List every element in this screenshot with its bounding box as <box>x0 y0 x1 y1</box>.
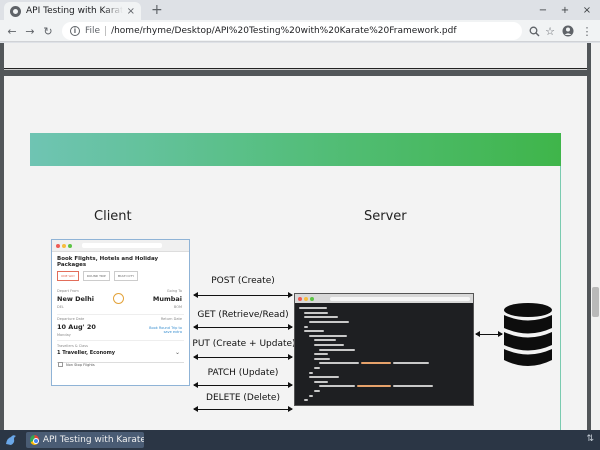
os-taskbar: API Testing with Karate ... ⇅ <box>0 430 600 450</box>
arrow-post <box>193 292 293 298</box>
from-label: Depart From <box>57 289 79 293</box>
window-dot-green <box>68 243 72 248</box>
return-label: Return Date <box>160 317 182 321</box>
client-title: Book Flights, Hotels and Holiday Package… <box>57 256 159 268</box>
chevron-down-icon: ⌄ <box>174 349 180 356</box>
return-link: Book Round Trip to save extra <box>149 326 182 334</box>
client-heading: Client <box>94 209 132 224</box>
tab-close-icon[interactable]: × <box>127 6 135 17</box>
server-window-chrome <box>295 294 473 303</box>
window-dot-yellow <box>304 296 308 301</box>
slide-banner <box>30 133 561 166</box>
previous-page <box>4 43 587 70</box>
address-bar[interactable]: i File /home/rhyme/Desktop/API%20Testing… <box>62 22 522 40</box>
arrow-patch <box>193 382 293 388</box>
arrow-put <box>193 354 293 360</box>
method-label-get: GET (Retrieve/Read) <box>197 310 289 320</box>
zoom-icon[interactable] <box>526 23 542 39</box>
from-code: DEL <box>57 305 64 309</box>
pdf-scroll-thumb[interactable] <box>592 287 599 317</box>
client-mock-window: Book Flights, Hotels and Holiday Package… <box>51 239 190 386</box>
globe-icon <box>10 5 21 17</box>
server-heading: Server <box>364 209 407 224</box>
maximize-button[interactable]: + <box>556 2 574 18</box>
method-label-post: POST (Create) <box>211 276 275 286</box>
date-row: Departure Date 10 Aug' 20 Monday Return … <box>57 315 184 341</box>
browser-toolbar: ← → ↻ i File /home/rhyme/Desktop/API%20T… <box>0 20 600 42</box>
code-listing <box>295 303 473 405</box>
tab-title: API Testing with Karate Fra <box>26 6 123 16</box>
info-icon[interactable]: i <box>70 26 80 36</box>
tab-multi-city: MULTI CITY <box>113 271 139 281</box>
new-tab-button[interactable]: + <box>151 2 163 18</box>
window-dot-green <box>310 296 314 301</box>
arrow-get <box>193 324 293 330</box>
non-stop-label: Non Stop Flights <box>66 363 95 367</box>
to-code: BOM <box>173 305 182 309</box>
swap-icon <box>113 293 124 304</box>
taskbar-chrome-window[interactable]: API Testing with Karate ... <box>26 432 144 448</box>
method-label-delete: DELETE (Delete) <box>206 393 280 403</box>
travellers-value: 1 Traveller, Economy <box>57 350 116 356</box>
to-city: Mumbai <box>152 295 182 303</box>
server-code-window <box>294 293 474 406</box>
non-stop-checkbox <box>58 362 63 367</box>
start-menu-icon[interactable] <box>4 433 18 447</box>
pdf-page: Client Server Book Flights, Hotels and H… <box>4 76 587 430</box>
server-url-bar <box>330 296 470 301</box>
travellers-label: Travellers & Class <box>57 344 88 348</box>
minimize-button[interactable]: − <box>534 2 552 18</box>
depart-date: 10 Aug' 20 <box>57 323 96 331</box>
window-dot-red <box>56 243 60 248</box>
window-dot-yellow <box>62 243 66 248</box>
address-separator <box>105 26 107 36</box>
code-line <box>299 398 469 403</box>
bookmark-star-icon[interactable]: ☆ <box>542 23 558 39</box>
close-window-button[interactable]: × <box>578 2 596 18</box>
to-label: Going To <box>166 289 182 293</box>
from-city: New Delhi <box>57 295 95 303</box>
tab-round-trip: ROUND TRIP <box>82 271 110 281</box>
back-button[interactable]: ← <box>4 23 20 39</box>
slide-border <box>560 166 561 430</box>
arrow-server-database <box>475 331 503 337</box>
route-row: Depart From New Delhi DEL Going To Mumba… <box>57 287 184 315</box>
taskbar-window-title: API Testing with Karate ... <box>42 435 144 445</box>
tab-one-way: ONE WAY <box>57 271 79 281</box>
arrow-delete <box>193 406 293 412</box>
reload-button[interactable]: ↻ <box>40 23 56 39</box>
depart-day: Monday <box>57 333 71 337</box>
chrome-icon <box>30 435 39 445</box>
more-menu-icon[interactable]: ⋮ <box>579 23 595 39</box>
screen: API Testing with Karate Fra × + − + × ← … <box>0 0 600 450</box>
client-window-chrome <box>52 240 189 252</box>
database-icon <box>504 303 552 366</box>
window-dot-red <box>298 296 302 301</box>
browser-tab[interactable]: API Testing with Karate Fra × <box>4 2 141 20</box>
travellers-row: Travellers & Class 1 Traveller, Economy … <box>57 341 184 363</box>
pdf-scrollbar[interactable] <box>591 43 600 430</box>
window-controls: − + × <box>534 2 596 18</box>
method-label-put: PUT (Create + Update) <box>192 339 296 349</box>
page-rule <box>4 68 587 69</box>
method-label-patch: PATCH (Update) <box>207 368 279 378</box>
client-url-bar <box>82 243 162 248</box>
profile-avatar-icon[interactable] <box>560 23 576 39</box>
network-tray-icon[interactable]: ⇅ <box>586 434 594 444</box>
pdf-viewer[interactable]: Client Server Book Flights, Hotels and H… <box>0 43 600 430</box>
address-url[interactable]: /home/rhyme/Desktop/API%20Testing%20with… <box>111 26 456 36</box>
forward-button[interactable]: → <box>22 23 38 39</box>
depart-label: Departure Date <box>57 317 85 321</box>
browser-tab-strip: API Testing with Karate Fra × + − + × <box>0 0 600 20</box>
trip-type-tabs: ONE WAY ROUND TRIP MULTI CITY <box>52 271 189 281</box>
address-scheme: File <box>85 26 101 36</box>
